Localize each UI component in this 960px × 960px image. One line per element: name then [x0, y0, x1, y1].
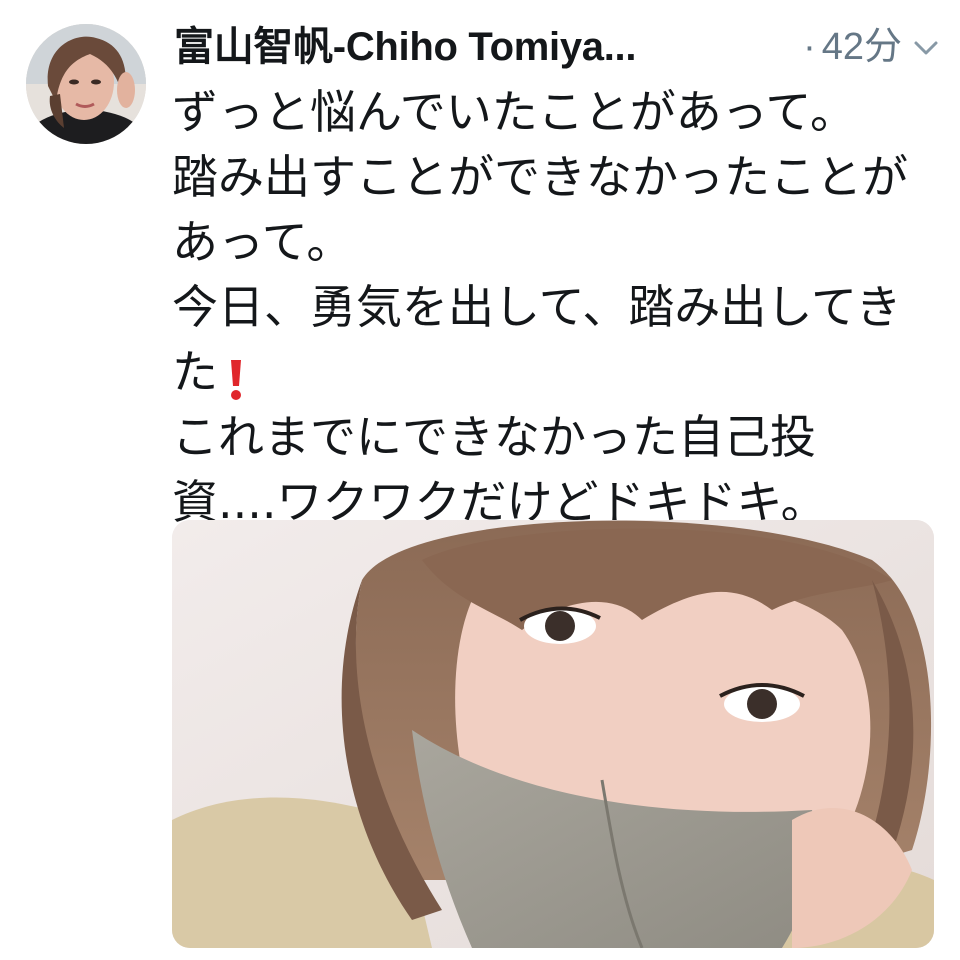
tweet-text-line: 今日、勇気を出して、踏み出してき — [172, 280, 902, 334]
author-display-name[interactable]: 富山智帆-Chiho Tomiya... — [174, 18, 636, 76]
tweet[interactable]: 富山智帆-Chiho Tomiya... · 42分 ずっと悩んでいたことがあって… — [0, 0, 960, 960]
chevron-down-icon[interactable] — [912, 38, 940, 58]
tweet-timestamp[interactable]: 42分 — [822, 26, 902, 68]
tweet-header: 富山智帆-Chiho Tomiya... · 42分 — [174, 18, 944, 78]
tweet-text-line: 踏み出すことができなかったことが — [172, 150, 908, 204]
tweet-text-line: これまでにできなかった自己投 — [172, 410, 816, 464]
tweet-text-line: あって。 — [172, 215, 353, 269]
tweet-meta: · 42分 — [803, 18, 902, 76]
tweet-text-fragment: た — [172, 345, 218, 399]
meta-separator: · — [803, 26, 816, 68]
tweet-text-line-with-emoji: た — [172, 340, 942, 405]
tweet-photo[interactable] — [172, 520, 934, 948]
tweet-text: ずっと悩んでいたことがあって。 踏み出すことができなかったことが あって。 今日… — [172, 80, 942, 535]
red-exclamation-icon — [228, 354, 244, 400]
author-avatar[interactable] — [26, 24, 146, 144]
tweet-text-line: ずっと悩んでいたことがあって。 — [172, 85, 857, 139]
